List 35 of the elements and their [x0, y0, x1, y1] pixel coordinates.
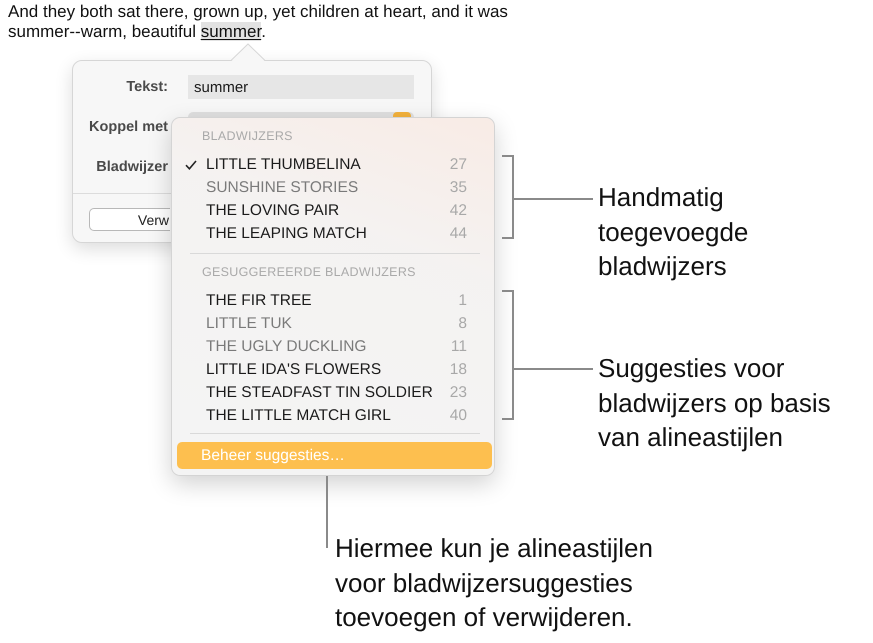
page-number: 44: [450, 224, 467, 242]
menu-item[interactable]: LITTLE TUK 8: [172, 312, 494, 335]
action-button[interactable]: Verw: [89, 208, 170, 231]
menu-item[interactable]: SUNSHINE STORIES 35: [172, 176, 494, 199]
select-field[interactable]: [188, 112, 414, 117]
menu-item[interactable]: LITTLE IDA'S FLOWERS 18: [172, 358, 494, 381]
section-header: BLADWIJZERS: [201, 128, 294, 145]
leader-line: [326, 476, 328, 548]
field-label: Tekst:: [125, 79, 168, 95]
page-number: 40: [450, 406, 467, 424]
page-number: 23: [450, 384, 467, 402]
page-number: 8: [458, 314, 467, 332]
page-number: 11: [450, 338, 467, 356]
menu-item[interactable]: LITTLE THUMBELINA 27: [172, 153, 494, 176]
page-number: 35: [450, 178, 467, 196]
callout-text: Handmatig toegevoegde bladwijzers: [598, 181, 750, 283]
menu-item[interactable]: THE LITTLE MATCH GIRL 40: [172, 404, 494, 427]
menu-item[interactable]: THE LOVING PAIR 42: [172, 199, 494, 222]
text-field[interactable]: summer: [188, 75, 414, 99]
page-number: 1: [458, 292, 467, 310]
body-paragraph: And they both sat there, grown up, yet children at heart, and it was summer--warm, beautiful summer.: [7, 1, 509, 42]
page-number: 18: [450, 360, 467, 378]
menu-item[interactable]: THE STEADFAST TIN SOLDIER 23: [172, 381, 494, 404]
checkmark-icon: [185, 160, 197, 170]
menu-item[interactable]: THE UGLY DUCKLING 11: [172, 335, 494, 358]
field-label: Bladwijzer: [95, 159, 168, 175]
field-label: Koppel met: [88, 119, 168, 135]
menu-item[interactable]: THE LEAPING MATCH 44: [172, 222, 494, 245]
page-number: 27: [450, 156, 467, 174]
stepper-icon: [393, 112, 411, 117]
section-header: GESUGGEREERDE BLADWIJZERS: [201, 264, 417, 281]
callout-text: Suggesties voor bladwijzers op basis van alineastijlen: [598, 352, 832, 454]
menu-item[interactable]: THE FIR TREE 1: [172, 289, 494, 312]
callout-text: Hiermee kun je alineastijlen voor bladwijzersuggesties toevoegen of verwijderen.: [335, 532, 654, 634]
page-number: 42: [450, 202, 467, 220]
